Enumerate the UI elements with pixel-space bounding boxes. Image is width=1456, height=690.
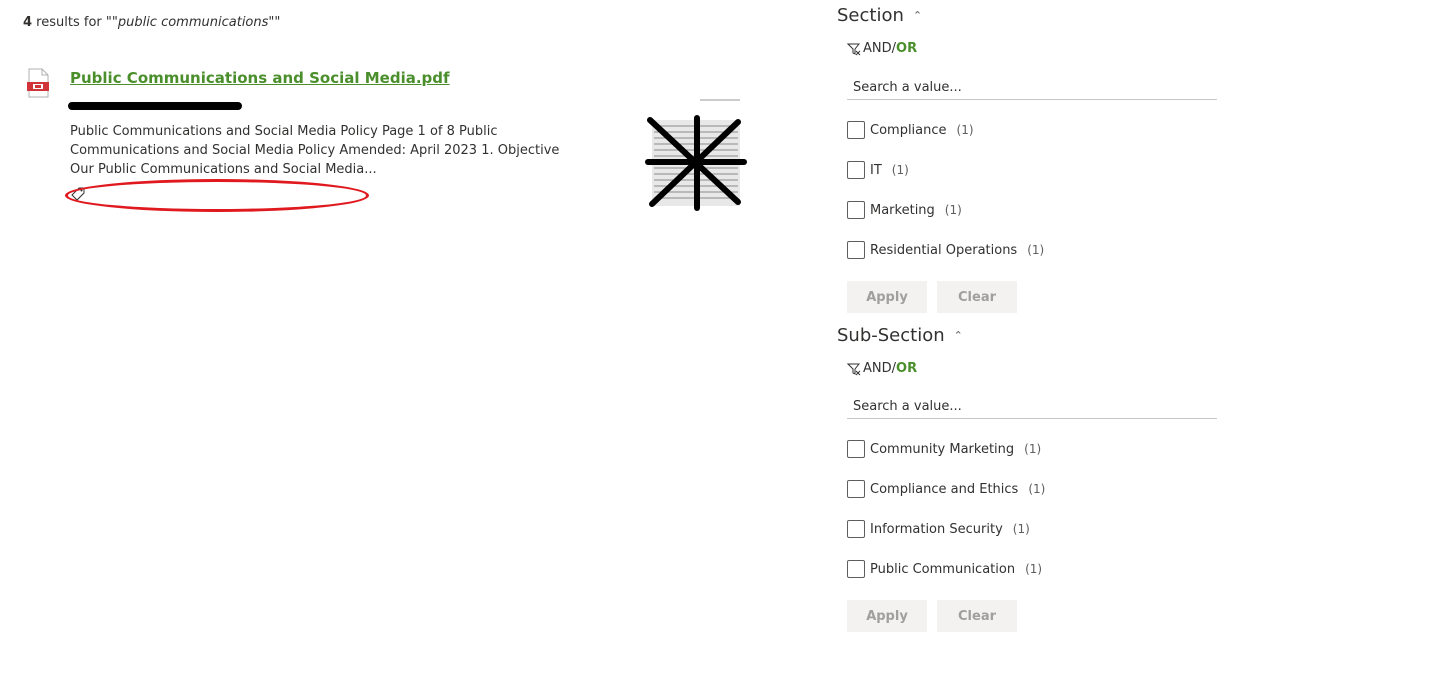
option-label: Marketing	[870, 202, 935, 218]
option-count: (1)	[891, 163, 909, 177]
result-title-link[interactable]: Public Communications and Social Media.p…	[70, 69, 450, 87]
checkbox[interactable]	[847, 480, 865, 498]
section-option-marketing[interactable]: Marketing (1)	[847, 201, 962, 219]
sub-section-option-compliance-and-ethics[interactable]: Compliance and Ethics (1)	[847, 480, 1045, 498]
option-count: (1)	[944, 203, 962, 217]
checkbox[interactable]	[847, 440, 865, 458]
option-label: Compliance	[870, 122, 947, 138]
redacted-metadata	[68, 102, 242, 110]
sub-section-option-public-communication[interactable]: Public Communication (1)	[847, 560, 1042, 578]
option-label: Information Security	[870, 521, 1003, 537]
section-filter-label: Section	[837, 5, 904, 26]
results-count: 4	[23, 15, 33, 30]
option-count: (1)	[1012, 522, 1030, 536]
checkbox[interactable]	[847, 241, 865, 259]
filter-icon	[847, 43, 861, 55]
checkbox[interactable]	[847, 161, 865, 179]
checkbox[interactable]	[847, 520, 865, 538]
tag-area-highlight	[65, 179, 369, 212]
section-filter-title[interactable]: Section ⌃	[837, 5, 922, 26]
section-option-residential-operations[interactable]: Residential Operations (1)	[847, 241, 1044, 259]
section-search-input[interactable]	[847, 76, 1217, 100]
section-option-it[interactable]: IT (1)	[847, 161, 909, 179]
checkbox[interactable]	[847, 560, 865, 578]
checkbox[interactable]	[847, 201, 865, 219]
option-label: Compliance and Ethics	[870, 481, 1019, 497]
option-count: (1)	[956, 123, 974, 137]
option-label: Community Marketing	[870, 441, 1015, 457]
results-text-end: "	[274, 15, 281, 30]
option-label: IT	[870, 162, 882, 178]
results-text: results for "	[32, 15, 112, 30]
sub-section-option-information-security[interactable]: Information Security (1)	[847, 520, 1030, 538]
checkbox[interactable]	[847, 121, 865, 139]
and-label: AND/	[863, 41, 897, 56]
section-option-compliance[interactable]: Compliance (1)	[847, 121, 974, 139]
or-label: OR	[896, 361, 918, 376]
filter-icon	[847, 363, 861, 375]
document-thumbnail[interactable]	[644, 98, 748, 214]
option-label: Public Communication	[870, 561, 1016, 577]
sub-section-option-community-marketing[interactable]: Community Marketing (1)	[847, 440, 1041, 458]
sub-section-filter-label: Sub-Section	[837, 325, 945, 346]
option-count: (1)	[1027, 243, 1045, 257]
option-count: (1)	[1025, 562, 1043, 576]
chevron-up-icon[interactable]: ⌃	[954, 329, 963, 342]
sub-section-filter-title[interactable]: Sub-Section ⌃	[837, 325, 963, 346]
chevron-up-icon[interactable]: ⌃	[913, 9, 922, 22]
section-and-or-toggle[interactable]: AND/OR	[847, 41, 917, 56]
results-summary: 4 results for ""public communications""	[23, 15, 280, 30]
sub-section-clear-button[interactable]: Clear	[937, 600, 1017, 632]
section-clear-button[interactable]: Clear	[937, 281, 1017, 313]
and-label: AND/	[863, 361, 897, 376]
option-count: (1)	[1028, 482, 1046, 496]
section-apply-button[interactable]: Apply	[847, 281, 927, 313]
sub-section-apply-button[interactable]: Apply	[847, 600, 927, 632]
results-query: "public communications"	[111, 15, 275, 30]
or-label: OR	[896, 41, 918, 56]
result-snippet: Public Communications and Social Media P…	[70, 124, 560, 177]
sub-section-search-input[interactable]	[847, 395, 1217, 419]
sub-section-and-or-toggle[interactable]: AND/OR	[847, 361, 917, 376]
option-count: (1)	[1024, 442, 1042, 456]
option-label: Residential Operations	[870, 242, 1018, 258]
pdf-file-icon	[26, 68, 50, 98]
